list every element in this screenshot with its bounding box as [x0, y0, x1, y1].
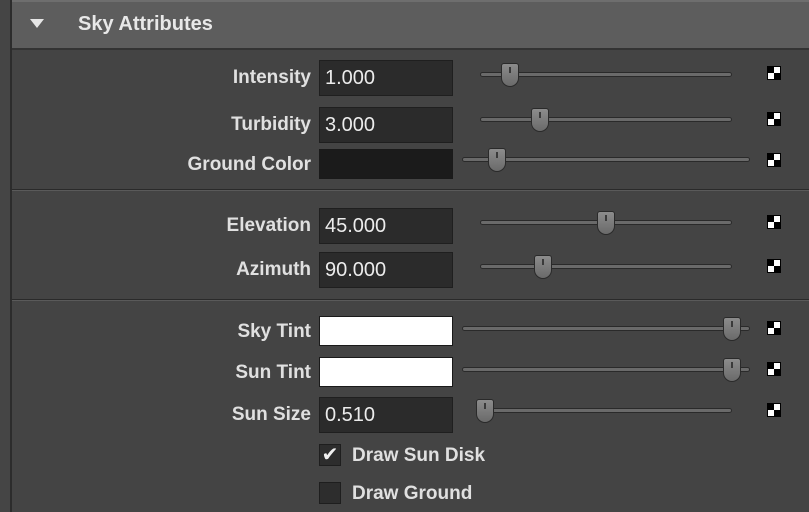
intensity-label: Intensity: [232, 67, 311, 88]
intensity-field[interactable]: 1.000: [319, 60, 453, 96]
turbidity-slider-thumb[interactable]: [531, 108, 550, 132]
azimuth-label: Azimuth: [236, 259, 311, 280]
intensity-map-button-icon[interactable]: [767, 66, 781, 80]
azimuth-slider-track[interactable]: [480, 264, 732, 269]
elevation-label: Elevation: [226, 215, 311, 236]
ground-color-label: Ground Color: [187, 154, 311, 175]
sun-size-slider-thumb[interactable]: [476, 399, 495, 423]
draw-ground-label: Draw Ground: [352, 483, 473, 504]
divider: [12, 189, 809, 191]
draw-sun-disk-checkbox[interactable]: ✔: [319, 444, 341, 466]
azimuth-map-button-icon[interactable]: [767, 259, 781, 273]
sun-tint-slider-track[interactable]: [462, 367, 750, 372]
sky-tint-swatch[interactable]: [319, 316, 453, 346]
elevation-map-button-icon[interactable]: [767, 215, 781, 229]
sun-tint-map-button-icon[interactable]: [767, 362, 781, 376]
turbidity-field[interactable]: 3.000: [319, 107, 453, 143]
sun-size-field[interactable]: 0.510: [319, 397, 453, 433]
sky-attributes-panel: Sky Attributes Intensity 1.000 Turbidity…: [10, 0, 809, 512]
azimuth-field[interactable]: 90.000: [319, 252, 453, 288]
elevation-slider-thumb[interactable]: [597, 211, 615, 235]
collapse-arrow-icon[interactable]: [30, 19, 44, 28]
draw-sun-disk-label: Draw Sun Disk: [352, 445, 486, 466]
section-title: Sky Attributes: [78, 13, 213, 35]
turbidity-map-button-icon[interactable]: [767, 112, 781, 126]
divider: [12, 299, 809, 301]
ground-color-swatch[interactable]: [319, 149, 453, 179]
azimuth-slider-thumb[interactable]: [534, 255, 552, 279]
sun-size-slider-track[interactable]: [480, 408, 732, 413]
sky-tint-slider-thumb[interactable]: [723, 317, 741, 341]
draw-ground-checkbox[interactable]: [319, 482, 341, 504]
sky-tint-map-button-icon[interactable]: [767, 321, 781, 335]
turbidity-label: Turbidity: [231, 114, 311, 135]
intensity-slider-thumb[interactable]: [501, 63, 520, 87]
ground-color-map-button-icon[interactable]: [767, 153, 781, 167]
sun-tint-swatch[interactable]: [319, 357, 453, 387]
turbidity-slider-track[interactable]: [480, 117, 732, 122]
elevation-field[interactable]: 45.000: [319, 208, 453, 244]
sun-size-label: Sun Size: [231, 404, 311, 425]
ground-color-slider-thumb[interactable]: [487, 148, 506, 172]
sky-tint-label: Sky Tint: [237, 321, 311, 342]
section-header[interactable]: Sky Attributes: [12, 0, 809, 50]
sky-tint-slider-track[interactable]: [462, 326, 750, 331]
sun-tint-slider-thumb[interactable]: [723, 358, 741, 382]
sun-tint-label: Sun Tint: [235, 362, 311, 383]
sun-size-map-button-icon[interactable]: [767, 403, 781, 417]
